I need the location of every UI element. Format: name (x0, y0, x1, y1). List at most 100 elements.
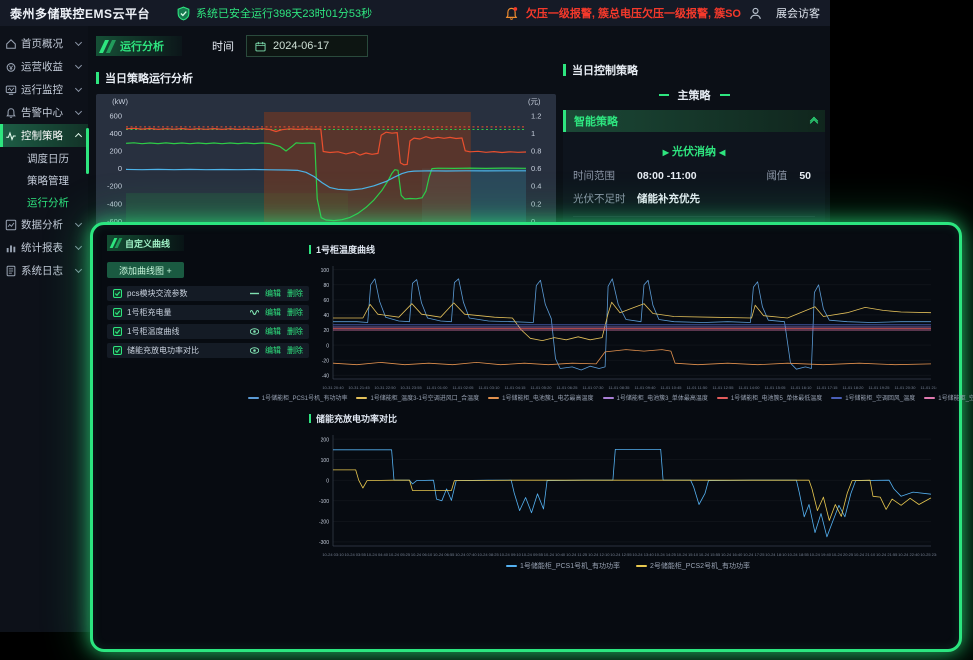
strategy-run-chart: 6001.240012000.800.6-2000.4-4000.2-6000(… (96, 94, 556, 232)
svg-text:11-01 21:35: 11-01 21:35 (920, 385, 937, 390)
svg-text:10-24 21:55: 10-24 21:55 (876, 552, 898, 557)
svg-text:-200: -200 (319, 520, 329, 526)
chevron-down-icon (75, 62, 82, 69)
custom-curves-modal: 自定义曲线 添加曲线图 + pcs模块交流参数编辑删除 1号柜充电量编辑删除 1号柜… (90, 222, 962, 652)
svg-text:(元): (元) (528, 97, 541, 106)
edit-link[interactable]: 编辑 (265, 307, 281, 318)
wave-icon[interactable] (250, 308, 259, 317)
svg-text:10-24 17:25: 10-24 17:25 (743, 552, 765, 557)
alarm-bell-icon[interactable] (504, 6, 519, 21)
checkbox-checked-icon[interactable] (113, 308, 122, 317)
threshold-value: 50 (799, 170, 811, 182)
svg-text:11-01 10:45: 11-01 10:45 (660, 385, 682, 390)
legend-label: 2号储能柜_PCS2号机_有功功率 (650, 561, 750, 571)
sidebar-subitem[interactable]: 运行分析 (0, 191, 88, 213)
svg-text:600: 600 (109, 112, 122, 121)
curve-item-label: 储能充放电功率对比 (127, 345, 199, 356)
svg-text:11-01 09:40: 11-01 09:40 (634, 385, 656, 390)
checkbox-checked-icon[interactable] (113, 289, 122, 298)
sidebar-item-alarm[interactable]: 告警中心 (0, 101, 88, 124)
svg-text:10-24 14:25: 10-24 14:25 (655, 552, 677, 557)
sidebar-item-revenue[interactable]: 运营收益 (0, 55, 88, 78)
sidebar-item-data[interactable]: 数据分析 (0, 213, 88, 236)
svg-text:10-24 12:10: 10-24 12:10 (588, 552, 610, 557)
main-strategy-group-label: 主策略 (563, 87, 825, 103)
curve-list-item[interactable]: pcs模块交流参数编辑删除 (107, 286, 309, 301)
legend-label: 1号储能柜_空调回风_温度 (845, 393, 915, 402)
eye-icon[interactable] (250, 346, 259, 355)
legend-label: 1号储能柜_电池簇3_单体最高温度 (617, 393, 708, 402)
user-icon[interactable] (748, 6, 763, 21)
sidebar-subitem[interactable]: 调度日历 (0, 147, 88, 169)
sidebar-item-label: 系统日志 (21, 263, 63, 278)
delete-link[interactable]: 删除 (287, 307, 303, 318)
sidebar-item-monitor[interactable]: 运行监控 (0, 78, 88, 101)
modal-left-column: 自定义曲线 添加曲线图 + pcs模块交流参数编辑删除 1号柜充电量编辑删除 1号柜… (107, 235, 309, 362)
smart-strategy-label: 智能策略 (574, 113, 618, 129)
delete-link[interactable]: 删除 (287, 288, 303, 299)
legend-item[interactable]: 1号储能柜_电池簇1_电芯最高温度 (488, 393, 593, 402)
checkbox-checked-icon[interactable] (113, 346, 122, 355)
edit-link[interactable]: 编辑 (265, 345, 281, 356)
sidebar-item-report[interactable]: 统计报表 (0, 236, 88, 259)
legend-color-dash (603, 397, 614, 399)
eye-icon[interactable] (250, 327, 259, 336)
legend-color-dash (356, 397, 367, 399)
add-curve-chart-button[interactable]: 添加曲线图 + (107, 262, 184, 278)
modal-tab-custom-curves[interactable]: 自定义曲线 (107, 235, 184, 251)
edit-link[interactable]: 编辑 (265, 288, 281, 299)
time-label: 时间 (212, 38, 234, 54)
chevron-down-icon (75, 108, 82, 115)
collapse-double-chevron-up-icon[interactable] (811, 116, 817, 126)
svg-text:11-01 11:50: 11-01 11:50 (687, 385, 709, 390)
threshold-label: 阈值 (766, 168, 787, 183)
title-accent-bar (309, 414, 311, 423)
curve-list-item[interactable]: 储能充放电功率对比 编辑删除 (107, 343, 309, 358)
svg-text:10-24 21:10: 10-24 21:10 (854, 552, 876, 557)
legend-item[interactable]: 1号储能柜_温度3-1号空调进风口_合温度 (356, 393, 479, 402)
sidebar-item-home[interactable]: 首页概况 (0, 32, 88, 55)
legend-item[interactable]: 2号储能柜_PCS2号机_有功功率 (636, 561, 750, 571)
svg-text:10-24 18:55: 10-24 18:55 (787, 552, 809, 557)
sidebar-item-log[interactable]: 系统日志 (0, 259, 88, 282)
curve-list-item[interactable]: 1号柜充电量编辑删除 (107, 305, 309, 320)
sidebar-subitem[interactable]: 策略管理 (0, 169, 88, 191)
monitor-icon (5, 84, 17, 96)
date-picker[interactable]: 2024-06-17 (246, 35, 368, 57)
svg-text:10-24 06:10: 10-24 06:10 (411, 552, 433, 557)
legend-label: 1号储能柜_PCS1号机_有功功率 (262, 393, 348, 402)
dash-icon[interactable] (250, 289, 259, 298)
sidebar-item-strategy[interactable]: 控制策略 (0, 124, 88, 147)
sidebar-item-label: 告警中心 (21, 105, 63, 120)
chevron-down-icon (75, 243, 82, 250)
row-label: 时间范围 (573, 168, 637, 183)
report-icon (5, 242, 17, 254)
svg-text:10-25 23:25: 10-25 23:25 (920, 552, 937, 557)
svg-text:20: 20 (323, 328, 329, 334)
group-label-text: 主策略 (678, 90, 711, 102)
chevron-down-icon (75, 220, 82, 227)
data-icon (5, 219, 17, 231)
svg-text:10-24 05:25: 10-24 05:25 (389, 552, 411, 557)
tab-run-analysis[interactable]: 运行分析 (96, 36, 182, 56)
svg-text:11-01 12:55: 11-01 12:55 (712, 385, 734, 390)
curve-list-item[interactable]: 1号柜温度曲线编辑删除 (107, 324, 309, 339)
legend-item[interactable]: 1号储能柜_空调回风_温度 (831, 393, 915, 402)
legend-item[interactable]: 1号储能柜_PCS1号机_有功功率 (506, 561, 620, 571)
delete-link[interactable]: 删除 (287, 326, 303, 337)
visitor-label[interactable]: 展会访客 (776, 5, 820, 21)
delete-link[interactable]: 删除 (287, 345, 303, 356)
legend-item[interactable]: 1号储能柜_空调环境_温度 (924, 393, 973, 402)
dash-decor (659, 94, 669, 96)
legend-item[interactable]: 1号储能柜_PCS1号机_有功功率 (248, 393, 348, 402)
edit-link[interactable]: 编辑 (265, 326, 281, 337)
svg-text:-200: -200 (107, 182, 122, 191)
svg-text:10-31 20:40: 10-31 20:40 (322, 385, 344, 390)
svg-text:11-01 16:10: 11-01 16:10 (790, 385, 812, 390)
smart-strategy-header[interactable]: 智能策略 (563, 110, 825, 132)
legend-item[interactable]: 1号储能柜_电池簇3_单体最高温度 (603, 393, 708, 402)
legend-item[interactable]: 1号储能柜_电池簇5_单体最低温度 (717, 393, 822, 402)
checkbox-checked-icon[interactable] (113, 327, 122, 336)
alarm-marquee-text[interactable]: 欠压一级报警, 簇总电压欠压一级报警, 簇SO (526, 5, 741, 21)
svg-text:10-24 03:55: 10-24 03:55 (344, 552, 366, 557)
